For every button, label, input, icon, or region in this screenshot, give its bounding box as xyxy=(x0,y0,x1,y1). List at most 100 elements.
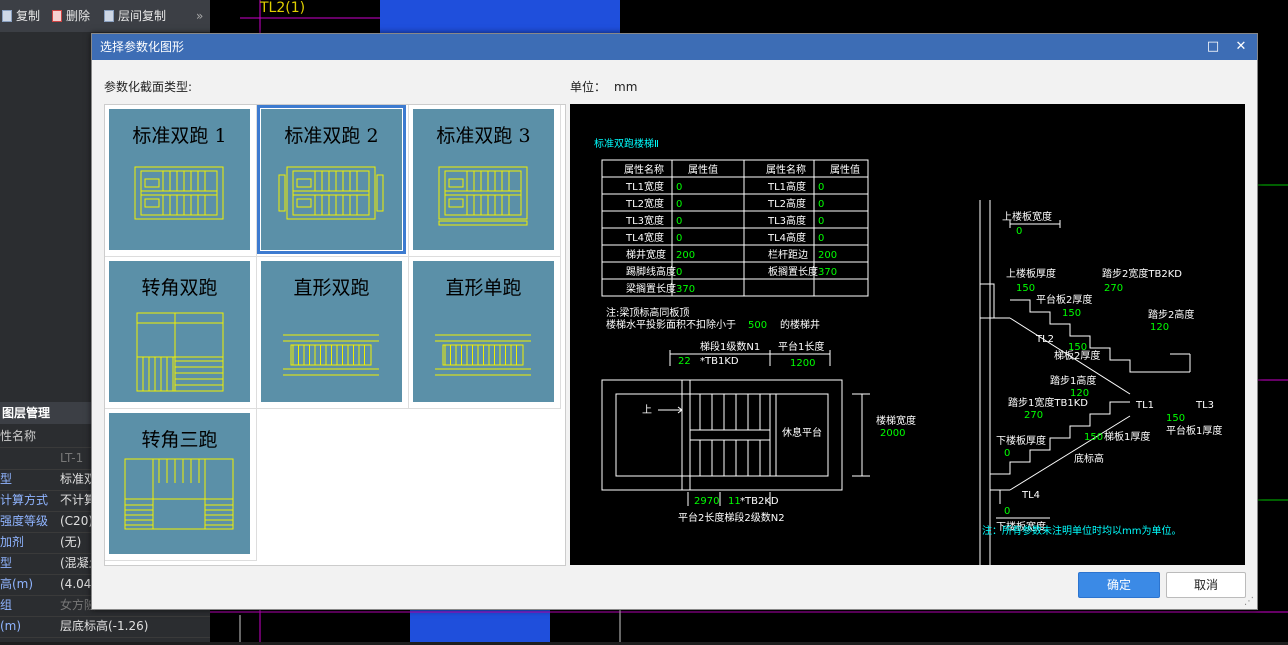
sec-step2-h-label: 踏步2高度 xyxy=(1148,308,1194,321)
prop-key: (m) xyxy=(0,619,22,633)
table-value: 0 xyxy=(818,182,824,193)
sec-run1-thick-label: 梯板1厚度 xyxy=(1104,430,1150,443)
sec-plat1-label: 平台板1厚度 xyxy=(1166,424,1222,437)
shape-cell-std1[interactable]: 标准双跑 1 xyxy=(105,105,257,257)
shape-cell-std3[interactable]: 标准双跑 3 xyxy=(409,105,561,257)
unit-label: 单位： mm xyxy=(570,78,637,95)
sec-step1-w-value: 270 xyxy=(1024,410,1043,421)
table-value: 0 xyxy=(676,216,682,227)
more-icon[interactable]: » xyxy=(196,8,203,24)
prop-key: 强度等级 xyxy=(0,514,49,528)
plan-rest-label: 休息平台 xyxy=(782,426,822,439)
sec-tl4-label: TL4 xyxy=(1021,490,1040,501)
shape-tile-label: 直形双跑 xyxy=(293,277,370,299)
plan-width-label: 楼梯宽度 xyxy=(876,414,916,427)
sec-top-thick-value: 150 xyxy=(1016,283,1035,294)
table-key: 栏杆距边 xyxy=(768,248,808,261)
plan-landing2-value: 2970 xyxy=(694,496,719,507)
prop-key: 高(m) xyxy=(0,577,34,591)
restore-icon[interactable]: □ xyxy=(1202,34,1224,60)
table-header: 属性名称 xyxy=(624,163,664,176)
cad-label: TL2(1) xyxy=(259,0,305,16)
table-value: 0 xyxy=(676,199,682,210)
plan-run1-label: 梯段1级数N1 xyxy=(700,340,760,353)
sec-step2-h-value: 120 xyxy=(1150,322,1169,333)
table-key: TL2高度 xyxy=(767,197,806,210)
sec-tl1-label: TL1 xyxy=(1135,400,1154,411)
shape-tile[interactable]: 直形双跑 xyxy=(261,261,402,402)
select-param-shape-dialog: 选择参数化图形 □ ✕ 参数化截面类型: 单位： mm 标准双跑 1 标准双跑 2标… xyxy=(91,33,1258,610)
sec-plat2-thick-value: 150 xyxy=(1062,308,1081,319)
sec-bot-thick-value: 0 xyxy=(1004,448,1010,459)
sec-run1-thick-value: 150 xyxy=(1084,432,1103,443)
sec-tl2-label: TL2 xyxy=(1035,334,1054,345)
table-value: 370 xyxy=(676,284,695,295)
shape-tile-label: 标准双跑 1 xyxy=(132,125,227,147)
stair-preview-drawing: 标准双跑楼梯Ⅱ属性名称 属性值 属性名称 属性值TL1宽度 0 TL1高度 0TL2宽度 0 T… xyxy=(594,137,1222,574)
plan-bottom-label: 平台2长度梯段2级数N2 xyxy=(678,511,785,524)
unit-value: mm xyxy=(614,80,638,94)
table-value: 0 xyxy=(676,182,682,193)
layer-copy-label: 层间复制 xyxy=(118,9,167,23)
copy-label: 复制 xyxy=(16,9,41,23)
table-value: 0 xyxy=(818,233,824,244)
table-value: 200 xyxy=(676,250,695,261)
sec-plat2-thick-label: 平台板2厚度 xyxy=(1036,293,1092,306)
sec-bot-thick-label: 下楼板厚度 xyxy=(996,434,1046,447)
shape-tile[interactable]: 转角三跑 xyxy=(109,413,250,554)
prop-key: 加剂 xyxy=(0,535,25,549)
plan-width-value: 2000 xyxy=(880,428,905,439)
shape-tile[interactable]: 标准双跑 1 xyxy=(109,109,250,250)
shape-tile[interactable]: 标准双跑 2 xyxy=(257,105,406,254)
sec-step1-h-label: 踏步1高度 xyxy=(1050,374,1096,387)
preview-footnote: 注：所有参数未注明单位时均以mm为单位。 xyxy=(982,524,1181,537)
prop-row[interactable]: (m) 层底标高(-1.26) xyxy=(0,616,210,638)
table-value: 0 xyxy=(818,216,824,227)
prop-key: 型 xyxy=(0,472,13,486)
shape-tile[interactable]: 转角双跑 xyxy=(109,261,250,402)
note-line-2: 楼梯水平投影面积不扣除小于 xyxy=(606,318,736,331)
shape-tile[interactable]: 标准双跑 3 xyxy=(413,109,554,250)
shape-tile-label: 标准双跑 3 xyxy=(436,125,531,147)
shape-tile[interactable]: 直形单跑 xyxy=(413,261,554,402)
table-key: 踢脚线高度 xyxy=(626,265,676,278)
plan-up-label: 上 xyxy=(642,404,652,416)
copy-button[interactable]: 复制 xyxy=(2,8,40,24)
close-icon[interactable]: ✕ xyxy=(1230,34,1252,60)
plan-run2-value: 11 xyxy=(728,496,741,507)
shape-cell-straight2[interactable]: 直形双跑 xyxy=(257,257,409,409)
shape-cell-corner3[interactable]: 转角三跑 xyxy=(105,409,257,561)
shape-cell-corner2[interactable]: 转角双跑 xyxy=(105,257,257,409)
table-value: 0 xyxy=(676,233,682,244)
table-key: TL1宽度 xyxy=(625,180,664,193)
layer-manager-tab[interactable]: 图层管理 xyxy=(0,402,92,424)
table-value: 0 xyxy=(676,267,682,278)
delete-icon xyxy=(52,10,62,22)
layer-copy-button[interactable]: 层间复制 xyxy=(104,8,166,24)
stair-preview: 标准双跑楼梯Ⅱ 属性名称 属性值 属性名称 属性值 TL1宽度 0 TL1高度 0 TL2宽度 0 T… xyxy=(570,104,1245,574)
sec-step2-w-label: 踏步2宽度TB2KD xyxy=(1102,267,1182,280)
resize-grip-icon[interactable]: ⋰ xyxy=(1244,596,1254,607)
table-key: 梁搁置长度 xyxy=(626,282,676,295)
table-header: 属性值 xyxy=(688,163,718,176)
sec-bot-width-value: 0 xyxy=(1004,506,1010,517)
note-line-1: 注:梁顶标高同板顶 xyxy=(606,306,689,319)
plan-landing1-value: 1200 xyxy=(790,358,815,369)
note-line-2-value: 500 xyxy=(748,320,767,331)
sec-tl3-label: TL3 xyxy=(1195,400,1214,411)
unit-label-text: 单位： xyxy=(570,80,607,94)
table-key: TL1高度 xyxy=(767,180,806,193)
prop-key: 组 xyxy=(0,598,13,612)
table-header: 属性值 xyxy=(830,163,860,176)
ok-button[interactable]: 确定 xyxy=(1078,572,1160,598)
dialog-titlebar: 选择参数化图形 □ ✕ xyxy=(92,34,1257,60)
delete-button[interactable]: 删除 xyxy=(52,8,90,24)
cancel-button[interactable]: 取消 xyxy=(1166,572,1246,598)
table-header: 属性名称 xyxy=(766,163,806,176)
prop-key: 型 xyxy=(0,556,13,570)
shape-cell-straight1[interactable]: 直形单跑 xyxy=(409,257,561,409)
table-key: TL4高度 xyxy=(767,231,806,244)
table-key: TL3宽度 xyxy=(625,214,664,227)
shape-cell-std2[interactable]: 标准双跑 2 xyxy=(257,105,409,257)
table-key: TL2宽度 xyxy=(625,197,664,210)
